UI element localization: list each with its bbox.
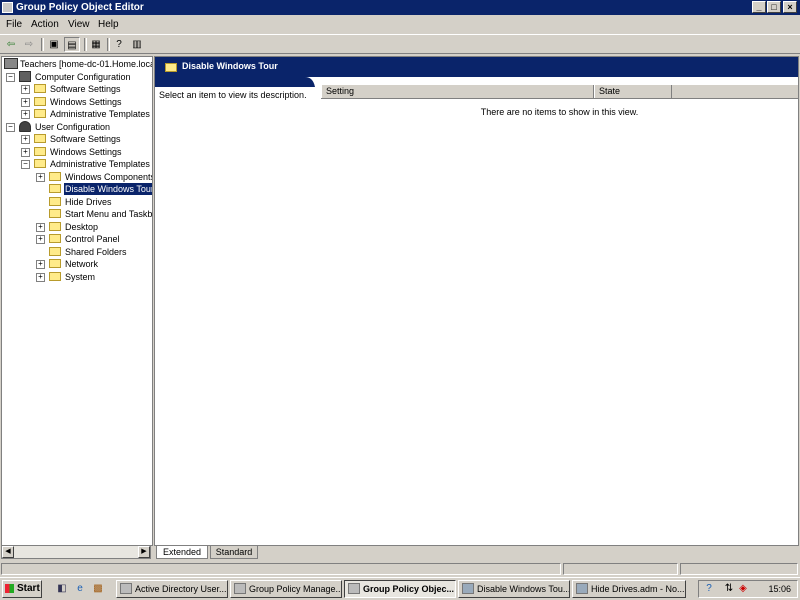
folder-icon: [49, 247, 61, 256]
quick-launch-app-icon[interactable]: ▩: [91, 582, 105, 596]
expand-icon[interactable]: +: [36, 260, 45, 269]
app-window-icon: [120, 583, 132, 594]
folder-icon: [49, 172, 61, 181]
open-folder-icon: [165, 63, 177, 72]
properties-icon[interactable]: ▥: [129, 37, 145, 52]
description-text: Select an item to view its description.: [159, 90, 307, 100]
collapse-icon[interactable]: −: [6, 73, 15, 82]
notepad-icon: [576, 583, 588, 594]
help-icon[interactable]: ?: [111, 37, 127, 52]
folder-icon: [34, 109, 46, 118]
expand-icon[interactable]: +: [21, 110, 30, 119]
toolbar-separator: [41, 38, 44, 51]
folder-icon: [49, 259, 61, 268]
list-header: Setting State: [321, 85, 798, 99]
expand-icon[interactable]: +: [21, 148, 30, 157]
status-panel-2: [563, 563, 678, 575]
scroll-right-icon[interactable]: ▶: [138, 546, 150, 558]
taskbar-item-group-policy-object-editor[interactable]: Group Policy Objec...: [344, 580, 456, 598]
details-banner: Disable Windows Tour: [155, 57, 798, 77]
show-hide-tree-icon[interactable]: ▤: [64, 37, 80, 52]
network-tray-icon[interactable]: ⇅: [723, 583, 735, 595]
status-bar: [0, 562, 800, 576]
folder-icon: [34, 97, 46, 106]
menu-help[interactable]: Help: [98, 19, 119, 30]
collapse-icon[interactable]: −: [21, 160, 30, 169]
taskbar-item-group-policy-management[interactable]: Group Policy Manage...: [230, 580, 342, 598]
show-desktop-icon[interactable]: ◧: [55, 582, 69, 596]
policy-scroll-icon: [4, 58, 18, 69]
system-tray: ? ⇅ ◈ 15:06: [698, 580, 798, 598]
taskbar-item-disable-windows-tour[interactable]: Disable Windows Tou...: [458, 580, 570, 598]
column-header-state[interactable]: State: [594, 85, 672, 98]
close-button[interactable]: ×: [783, 1, 797, 13]
expand-icon[interactable]: +: [36, 273, 45, 282]
expand-icon[interactable]: +: [21, 135, 30, 144]
toolbar-separator: [84, 38, 87, 51]
tree-horizontal-scrollbar[interactable]: ◀ ▶: [1, 545, 151, 559]
start-button[interactable]: Start: [2, 580, 42, 598]
minimize-button[interactable]: _: [752, 1, 766, 13]
empty-list-message: There are no items to show in this view.: [480, 107, 639, 117]
taskbar-item-hide-drives-adm[interactable]: Hide Drives.adm - No...: [572, 580, 686, 598]
app-icon[interactable]: [2, 2, 13, 13]
app-window-icon: [234, 583, 246, 594]
status-panel-main: [1, 563, 561, 575]
app-window-icon: [348, 583, 360, 594]
folder-icon: [34, 84, 46, 93]
user-icon: [19, 121, 31, 132]
expand-icon[interactable]: +: [21, 98, 30, 107]
expand-icon[interactable]: +: [21, 85, 30, 94]
folder-icon: [49, 234, 61, 243]
folder-icon: [49, 209, 61, 218]
details-pane[interactable]: Disable Windows Tour Select an item to v…: [154, 56, 799, 546]
folder-icon: [34, 134, 46, 143]
forward-arrow-icon[interactable]: ⇨: [21, 37, 37, 52]
toolbar-separator: [107, 38, 110, 51]
tree-pane[interactable]: Teachers [home-dc-01.Home.local] − Compu…: [1, 56, 153, 546]
export-list-icon[interactable]: ▦: [88, 37, 104, 52]
folder-icon: [34, 147, 46, 156]
maximize-button[interactable]: □: [767, 1, 781, 13]
computer-icon: [19, 71, 31, 82]
expand-icon[interactable]: +: [36, 223, 45, 232]
taskbar-item-active-directory[interactable]: Active Directory User...: [116, 580, 228, 598]
column-header-setting[interactable]: Setting: [321, 85, 594, 98]
title-bar[interactable]: Group Policy Object Editor _ □ ×: [0, 0, 800, 15]
status-panel-3: [680, 563, 798, 575]
menu-view[interactable]: View: [68, 19, 90, 30]
clock: 15:06: [768, 584, 791, 594]
open-folder-icon: [34, 159, 46, 168]
help-tray-icon[interactable]: ?: [703, 583, 715, 595]
folder-icon: [49, 197, 61, 206]
menu-action[interactable]: Action: [31, 19, 59, 30]
toolbar: ⇦ ⇨ ▣ ▤ ▦ ? ▥: [0, 34, 800, 54]
notepad-icon: [462, 583, 474, 594]
folder-icon: [49, 222, 61, 231]
back-arrow-icon[interactable]: ⇦: [3, 37, 19, 52]
expand-icon[interactable]: +: [36, 173, 45, 182]
security-shield-icon[interactable]: ◈: [737, 583, 749, 595]
scroll-left-icon[interactable]: ◀: [2, 546, 14, 558]
taskbar: Start ◧ e ▩ Active Directory User... Gro…: [0, 577, 800, 600]
view-tabs: Extended Standard: [154, 546, 800, 560]
menu-bar: File Action View Help: [0, 16, 800, 33]
window-title: Group Policy Object Editor: [16, 2, 144, 13]
tab-extended[interactable]: Extended: [156, 546, 208, 559]
open-folder-icon: [49, 184, 61, 193]
banner-title: Disable Windows Tour: [182, 61, 278, 71]
menu-file[interactable]: File: [6, 19, 22, 30]
folder-icon: [49, 272, 61, 281]
windows-flag-icon: [5, 584, 14, 593]
collapse-icon[interactable]: −: [6, 123, 15, 132]
tab-standard[interactable]: Standard: [210, 546, 258, 559]
up-folder-icon[interactable]: ▣: [46, 37, 62, 52]
expand-icon[interactable]: +: [36, 235, 45, 244]
internet-explorer-icon[interactable]: e: [73, 582, 87, 596]
